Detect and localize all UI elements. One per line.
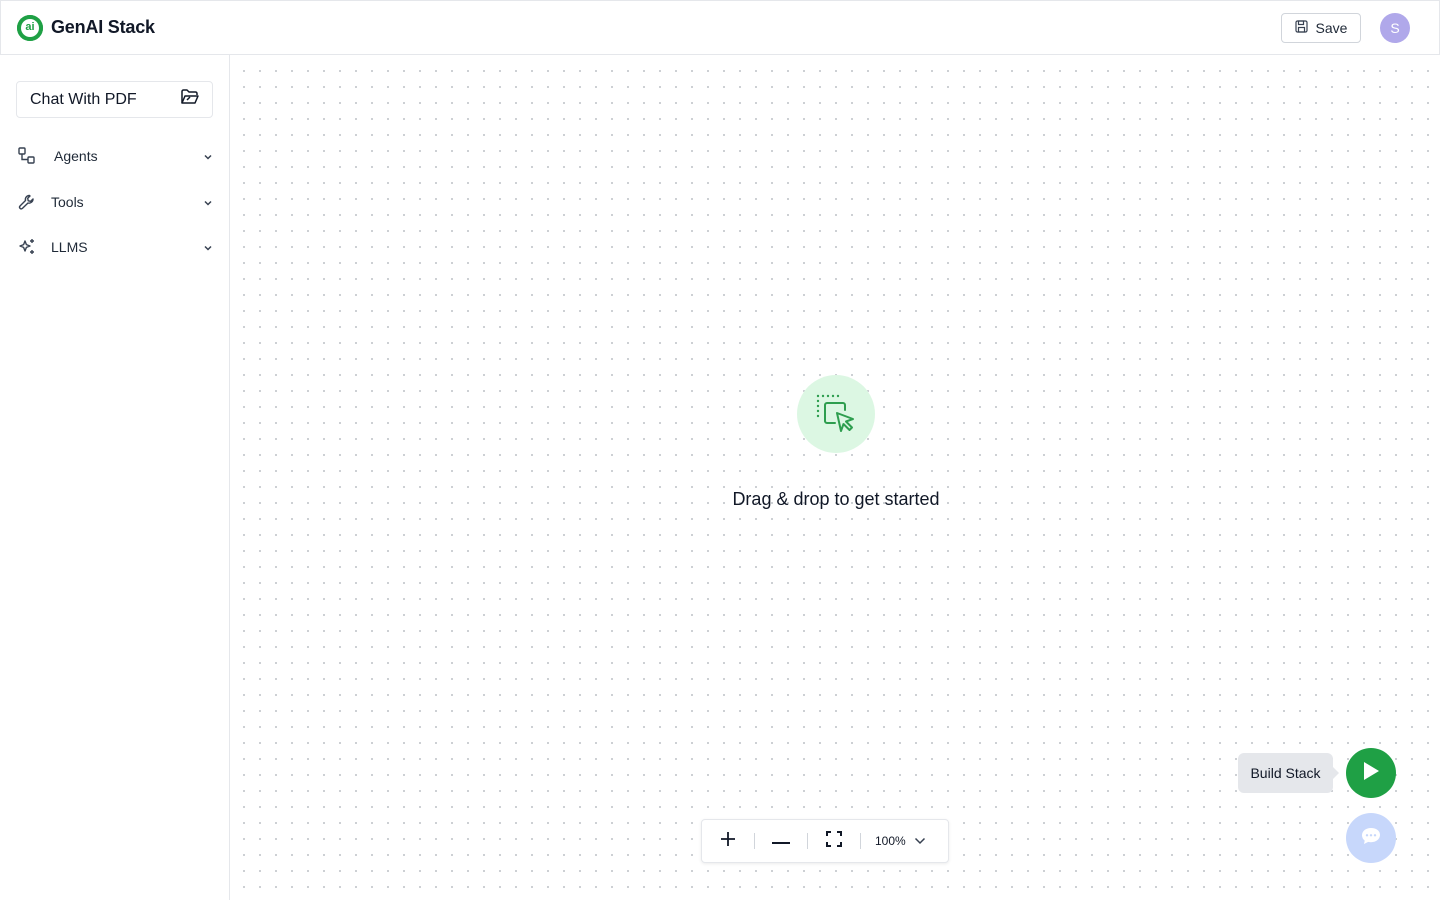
zoom-in-button[interactable] (702, 819, 754, 863)
drag-drop-icon (797, 375, 875, 453)
logo-text: ai (21, 18, 39, 37)
chevron-down-icon (914, 834, 926, 848)
sidebar-item-label: Agents (54, 148, 98, 164)
top-header: ai GenAI Stack Save S (0, 0, 1440, 55)
stack-name-field[interactable]: Chat With PDF (16, 81, 213, 118)
wrench-icon (16, 191, 38, 213)
folder-open-icon[interactable] (180, 88, 200, 111)
chat-button[interactable] (1346, 813, 1396, 863)
save-icon (1294, 19, 1308, 36)
zoom-toolbar: 100% (701, 819, 949, 863)
play-icon (1361, 760, 1381, 787)
sidebar-item-tools[interactable]: Tools (16, 189, 213, 215)
chevron-down-icon (203, 194, 213, 210)
save-button[interactable]: Save (1281, 12, 1361, 43)
build-stack-button[interactable] (1346, 748, 1396, 798)
user-avatar[interactable]: S (1380, 12, 1410, 43)
app-title: GenAI Stack (51, 17, 155, 37)
genai-logo-icon: ai (17, 14, 43, 41)
zoom-level-select[interactable]: 100% (861, 834, 926, 848)
chevron-down-icon (203, 148, 213, 164)
chevron-down-icon (203, 239, 213, 255)
sidebar-item-label: Tools (51, 194, 84, 210)
zoom-level-value: 100% (875, 834, 906, 848)
sidebar: Chat With PDF Agents Tools LLMS (0, 55, 230, 900)
sidebar-item-llms[interactable]: LLMS (16, 234, 213, 260)
header-actions: Save S (1281, 12, 1410, 43)
sidebar-item-label: LLMS (51, 239, 88, 255)
chat-bubble-icon (1360, 826, 1382, 851)
fullscreen-icon (826, 830, 842, 852)
brand: ai GenAI Stack (17, 14, 155, 41)
agents-icon (16, 145, 38, 167)
build-stack-tooltip: Build Stack (1238, 753, 1339, 793)
zoom-out-button[interactable] (755, 819, 807, 863)
fit-view-button[interactable] (808, 819, 860, 863)
minus-icon (771, 832, 791, 850)
stack-name: Chat With PDF (30, 90, 137, 108)
plus-icon (720, 831, 736, 852)
sparkles-icon (16, 236, 38, 258)
empty-state-message: Drag & drop to get started (732, 489, 940, 509)
save-label: Save (1315, 19, 1348, 36)
sidebar-item-agents[interactable]: Agents (16, 143, 213, 169)
